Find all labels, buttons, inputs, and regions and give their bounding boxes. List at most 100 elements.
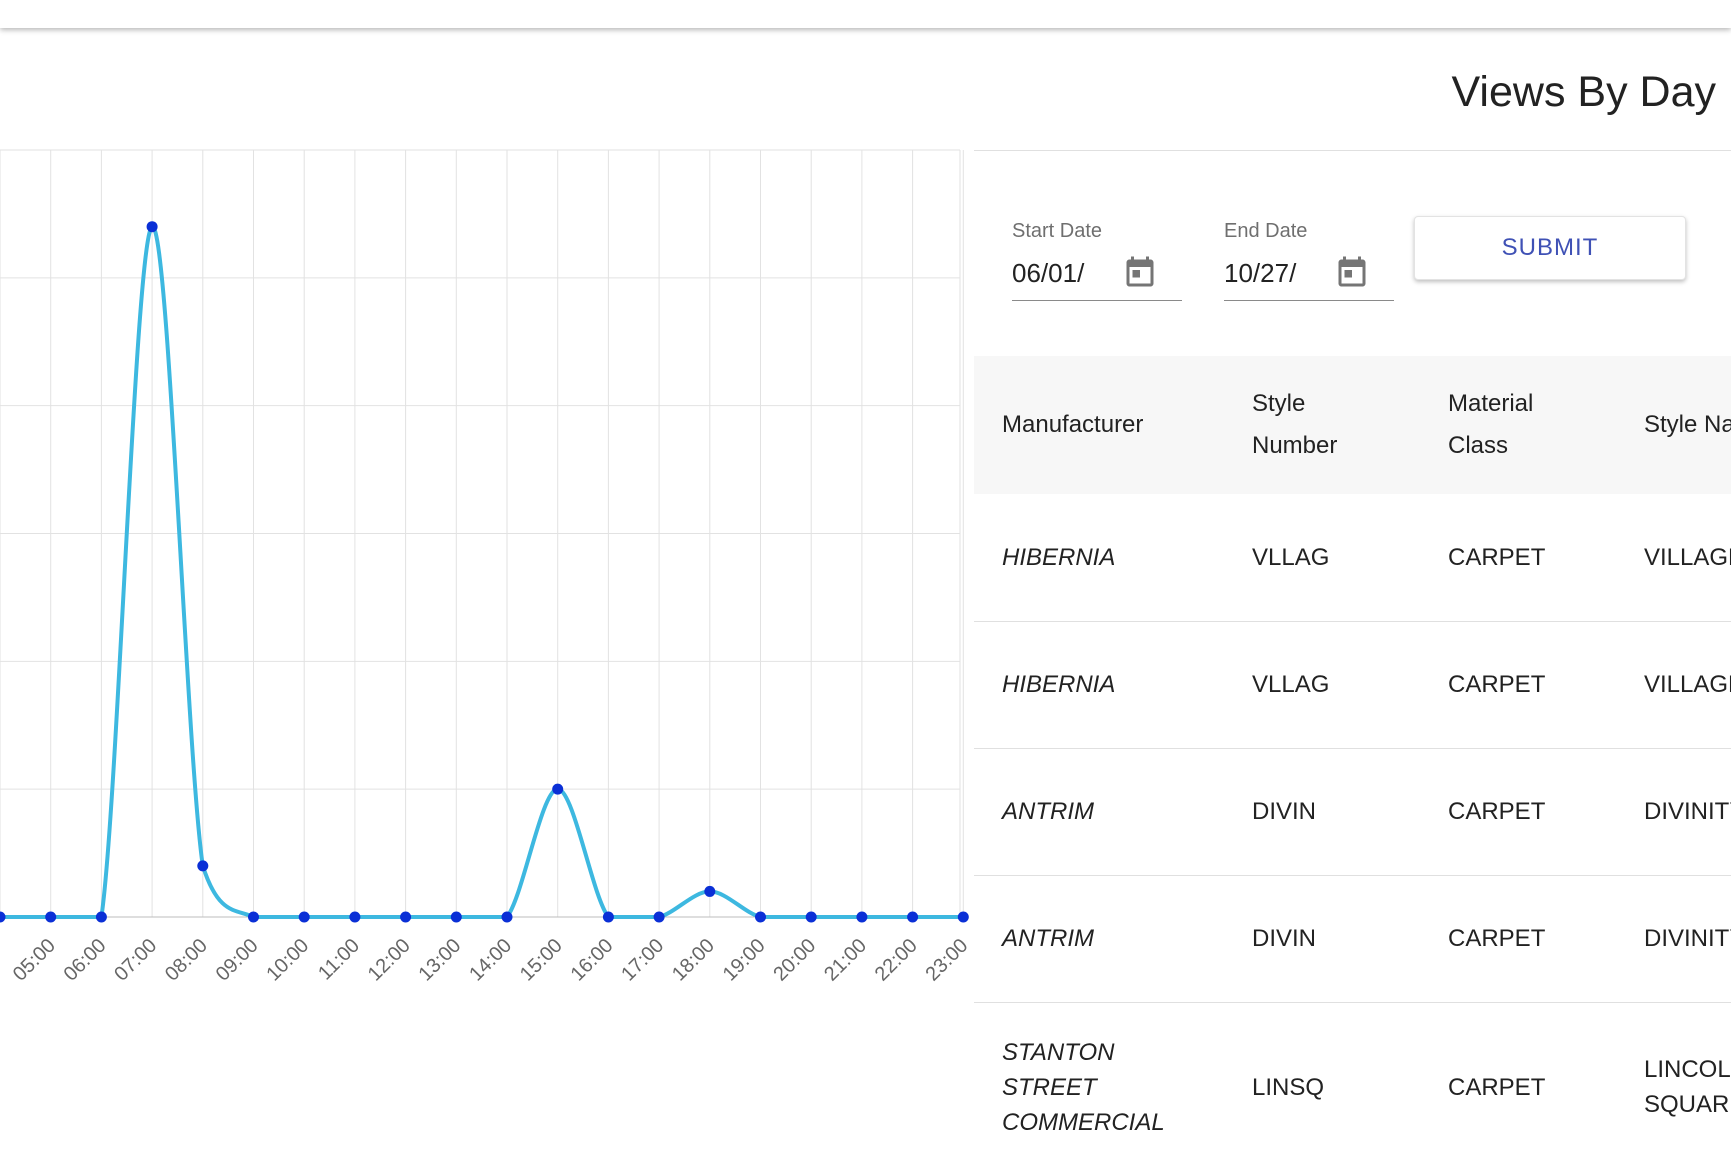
end-date-input[interactable] (1224, 258, 1302, 289)
x-tick-label: 09:00 (212, 935, 263, 986)
data-point (95, 911, 107, 923)
header-line: Number (1252, 432, 1338, 459)
header-line: Style (1252, 390, 1306, 417)
data-point (197, 860, 209, 872)
submit-button[interactable]: SUBMIT (1414, 216, 1686, 280)
cell-text: HIBERNIA (1002, 543, 1116, 571)
data-point (602, 911, 614, 923)
data-point (653, 911, 665, 923)
column-header-style-number[interactable]: Style Number (1224, 356, 1420, 494)
x-tick-label: 11:00 (314, 935, 364, 985)
page-title: Views By Day (1451, 68, 1716, 116)
cell-text: COMMERCIAL (1002, 1108, 1165, 1136)
cell-style-number: DIVIN (1252, 925, 1317, 952)
cell-text: DIVINITY (1644, 925, 1731, 952)
cell-style-number: VLLAG (1252, 543, 1330, 571)
start-date-label: Start Date (1012, 220, 1103, 242)
series-line (0, 224, 964, 919)
column-header-style-name[interactable]: Style Name (1616, 356, 1731, 494)
x-tick-label: 20:00 (769, 935, 820, 986)
x-tick-label: 06:00 (60, 935, 111, 986)
cell-style-name: DIVINITY (1616, 748, 1731, 875)
cell-style-name: LINCOLN SQUARE (1616, 1002, 1731, 1154)
data-point (501, 911, 513, 923)
data-point (0, 911, 6, 923)
table-row[interactable]: ANTRIM DIVIN CARPET DIVINITY (974, 875, 1731, 1002)
cell-style-number: DIVIN (1252, 798, 1317, 825)
header-line: Class (1448, 432, 1509, 459)
cell-manufacturer: HIBERNIA (974, 621, 1224, 748)
table-row[interactable]: STANTON STREET COMMERCIAL LINSQ CARPET L… (974, 1002, 1731, 1154)
cell-material-class: CARPET (1448, 543, 1546, 571)
calendar-icon[interactable] (1334, 254, 1370, 292)
cell-style-number: LINSQ (1252, 1073, 1325, 1101)
header-line: Manufacturer (1002, 411, 1144, 438)
table-row[interactable]: HIBERNIA VLLAG CARPET VILLAGER (974, 494, 1731, 621)
header-divider (974, 150, 1731, 151)
data-point (704, 885, 716, 897)
x-tick-label: 22:00 (871, 935, 922, 986)
cell-text: VILLAGER (1644, 543, 1731, 571)
results-table-container: Manufacturer Style Number Material Class… (974, 356, 1731, 1154)
x-tick-label: 14:00 (465, 935, 516, 986)
x-tick-label: 05:00 (9, 935, 60, 986)
table-header-row: Manufacturer Style Number Material Class… (974, 356, 1731, 494)
end-date-label: End Date (1224, 220, 1308, 242)
data-point (552, 783, 564, 795)
cell-manufacturer: STANTON STREET COMMERCIAL (974, 1002, 1224, 1154)
cell-style-name: DIVINITY (1616, 875, 1731, 1002)
chart-svg: 05:00 06:00 07:00 08:00 09:00 10:00 11:00 12:00… (0, 149, 972, 986)
cell-text: VILLAGER (1644, 671, 1731, 698)
column-header-material-class[interactable]: Material Class (1420, 356, 1616, 494)
cell-manufacturer: HIBERNIA (974, 494, 1224, 621)
cell-text: STREET (1002, 1073, 1097, 1101)
cell-manufacturer: ANTRIM (974, 875, 1224, 1002)
data-point (805, 911, 817, 923)
cell-material-class: CARPET (1448, 925, 1546, 952)
data-point (298, 911, 310, 923)
x-tick-label: 10:00 (262, 935, 313, 986)
x-tick-label: 16:00 (567, 935, 618, 986)
x-tick-label: 21:00 (820, 935, 871, 986)
data-point (146, 221, 158, 233)
cell-material-class: CARPET (1448, 798, 1546, 825)
cell-style-name: VILLAGER (1616, 494, 1731, 621)
cell-style-name: VILLAGER (1616, 621, 1731, 748)
data-point (957, 911, 969, 923)
x-tick-label: 12:00 (364, 935, 415, 986)
x-tick-label: 08:00 (161, 935, 212, 986)
cell-text: STANTON (1002, 1038, 1115, 1066)
x-tick-label: 13:00 (414, 935, 465, 986)
start-date-field[interactable]: Start Date (1012, 218, 1182, 301)
header-line: Style Name (1644, 411, 1731, 438)
cell-text: ANTRIM (1002, 798, 1094, 825)
views-line-chart: 05:00 06:00 07:00 08:00 09:00 10:00 11:00 12:00… (0, 0, 980, 1010)
cell-text: SQUARE (1644, 1091, 1731, 1119)
data-point (349, 911, 361, 923)
column-header-manufacturer[interactable]: Manufacturer (974, 356, 1224, 494)
x-tick-label: 23:00 (921, 935, 972, 986)
results-table: Manufacturer Style Number Material Class… (974, 356, 1731, 1154)
cell-style-number: VLLAG (1252, 671, 1330, 698)
x-tick-label: 18:00 (668, 935, 719, 986)
data-point (907, 911, 919, 923)
data-point (450, 911, 462, 923)
start-date-input[interactable] (1012, 258, 1090, 289)
x-tick-label: 19:00 (719, 935, 770, 986)
cell-text: DIVINITY (1644, 798, 1731, 825)
cell-text: HIBERNIA (1002, 671, 1116, 698)
data-point (248, 911, 259, 923)
table-row[interactable]: ANTRIM DIVIN CARPET DIVINITY (974, 748, 1731, 875)
data-point (755, 911, 766, 923)
end-date-field[interactable]: End Date (1224, 218, 1394, 301)
calendar-icon[interactable] (1122, 254, 1158, 292)
x-tick-label: 07:00 (110, 935, 161, 986)
x-tick-label: 15:00 (516, 935, 567, 986)
x-tick-label: 17:00 (617, 935, 668, 986)
cell-material-class: CARPET (1448, 671, 1546, 698)
cell-material-class: CARPET (1448, 1073, 1546, 1101)
cell-text: ANTRIM (1002, 925, 1094, 952)
cell-manufacturer: ANTRIM (974, 748, 1224, 875)
data-point (856, 911, 868, 923)
table-row[interactable]: HIBERNIA VLLAG CARPET VILLAGER (974, 621, 1731, 748)
